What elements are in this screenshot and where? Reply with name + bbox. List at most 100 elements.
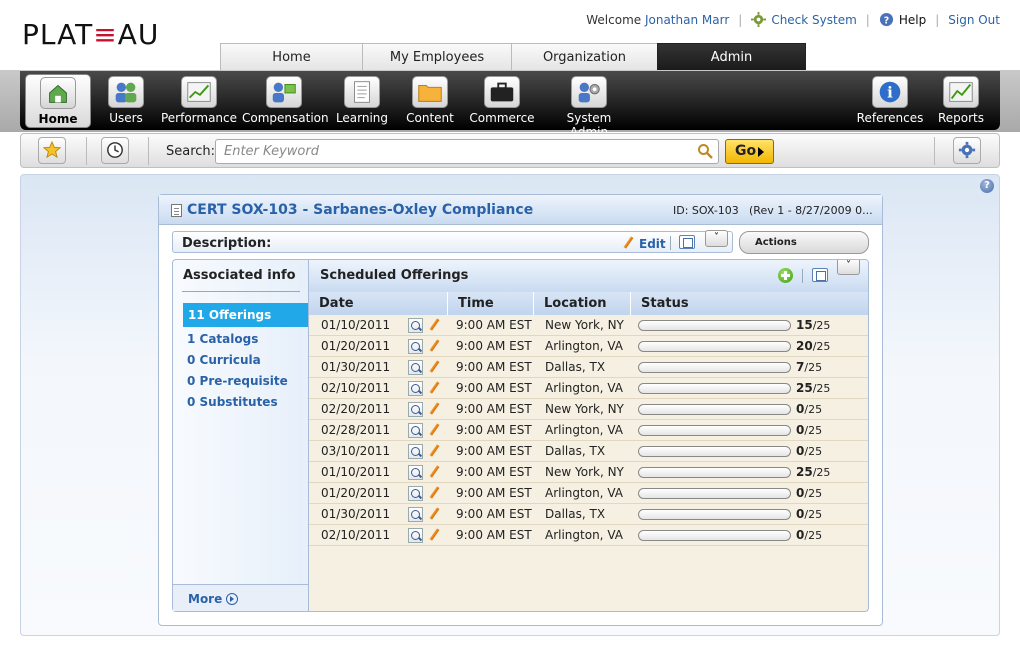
table-row[interactable]: 02/10/2011 9:00 AM EST Arlington, VA 0/25 — [309, 525, 868, 546]
table-row[interactable]: 02/10/2011 9:00 AM EST Arlington, VA 25/25 — [309, 378, 868, 399]
toolbar-commerce[interactable]: Commerce — [466, 71, 538, 130]
learning-icon — [344, 76, 380, 108]
offering-time: 9:00 AM EST — [456, 444, 532, 458]
expand-icon[interactable] — [679, 235, 695, 249]
tab-organization[interactable]: Organization — [511, 43, 658, 71]
add-offering-icon[interactable] — [778, 268, 793, 283]
view-details-icon[interactable] — [408, 486, 423, 501]
column-header-location[interactable]: Location — [534, 292, 631, 315]
actions-button[interactable]: Actions — [739, 231, 869, 254]
assoc-item-offerings[interactable]: 11 Offerings — [183, 303, 321, 327]
toolbar-reports[interactable]: Reports — [930, 71, 992, 130]
view-details-icon[interactable] — [408, 339, 423, 354]
view-details-icon[interactable] — [408, 402, 423, 417]
table-row[interactable]: 02/20/2011 9:00 AM EST New York, NY 0/25 — [309, 399, 868, 420]
table-row[interactable]: 01/30/2011 9:00 AM EST Dallas, TX 7/25 — [309, 357, 868, 378]
view-details-icon[interactable] — [408, 318, 423, 333]
table-row[interactable]: 01/20/2011 9:00 AM EST Arlington, VA 20/25 — [309, 336, 868, 357]
pencil-icon — [622, 236, 634, 250]
table-row[interactable]: 01/10/2011 9:00 AM EST New York, NY 25/25 — [309, 462, 868, 483]
table-row[interactable]: 03/10/2011 9:00 AM EST Dallas, TX 0/25 — [309, 441, 868, 462]
search-icon[interactable] — [697, 143, 713, 159]
toolbar-compensation[interactable]: Compensation — [242, 71, 329, 130]
view-details-icon[interactable] — [408, 360, 423, 375]
view-details-icon[interactable] — [408, 423, 423, 438]
page-help-icon[interactable]: ? — [980, 179, 994, 193]
column-header-date[interactable]: Date — [309, 292, 448, 315]
view-details-icon[interactable] — [408, 528, 423, 543]
enrollment-progress-bar — [638, 425, 791, 436]
view-details-icon[interactable] — [408, 465, 423, 480]
sign-out-link[interactable]: Sign Out — [948, 13, 1000, 27]
toolbar-commerce-label: Commerce — [469, 111, 535, 125]
enrollment-count: 0/25 — [796, 402, 823, 416]
tab-admin[interactable]: Admin — [657, 43, 806, 71]
enrolled-count: 20 — [796, 339, 813, 353]
offering-date: 01/30/2011 — [321, 507, 391, 521]
enrolled-count: 0 — [796, 486, 805, 500]
column-header-status[interactable]: Status — [631, 292, 868, 315]
toolbar-system-admin[interactable]: System Admin — [546, 71, 632, 139]
edit-pencil-icon[interactable] — [428, 423, 440, 437]
view-details-icon[interactable] — [408, 444, 423, 459]
divider — [86, 137, 87, 165]
enrolled-count: 0 — [796, 507, 805, 521]
help-link[interactable]: Help — [899, 13, 926, 27]
settings-button[interactable] — [953, 137, 981, 164]
user-name-link[interactable]: Jonathan Marr — [645, 13, 729, 27]
capacity-count: 25 — [816, 340, 831, 353]
toolbar-home[interactable]: Home — [25, 74, 91, 128]
assoc-item-prerequisite[interactable]: 0 Pre-requisite — [187, 374, 288, 388]
capacity-count: 25 — [808, 361, 823, 374]
more-link[interactable]: More — [188, 592, 239, 606]
enrolled-count: 0 — [796, 528, 805, 542]
toolbar-learning[interactable]: Learning — [332, 71, 392, 130]
enrolled-count: 0 — [796, 423, 805, 437]
folder-icon — [412, 76, 448, 108]
edit-pencil-icon[interactable] — [428, 465, 440, 479]
offering-location: Arlington, VA — [545, 381, 623, 395]
edit-pencil-icon[interactable] — [428, 339, 440, 353]
favorites-button[interactable] — [38, 137, 66, 164]
edit-pencil-icon[interactable] — [428, 360, 440, 374]
offering-time: 9:00 AM EST — [456, 402, 532, 416]
history-button[interactable] — [101, 137, 129, 164]
offering-date: 01/10/2011 — [321, 465, 391, 479]
column-header-time[interactable]: Time — [448, 292, 534, 315]
go-button[interactable]: Go — [725, 139, 774, 164]
plateau-logo[interactable]: PLAT≡AU — [22, 18, 159, 51]
edit-pencil-icon[interactable] — [428, 444, 440, 458]
edit-pencil-icon[interactable] — [428, 318, 440, 332]
edit-pencil-icon[interactable] — [428, 528, 440, 542]
check-system-link[interactable]: Check System — [771, 13, 856, 27]
main-tabs: Home My Employees Organization Admin — [220, 43, 806, 71]
view-details-icon[interactable] — [408, 507, 423, 522]
toolbar-users[interactable]: Users — [96, 71, 156, 130]
collapse-chevron-icon[interactable]: ˅ — [837, 260, 860, 275]
expand-icon[interactable] — [812, 268, 828, 282]
offering-time: 9:00 AM EST — [456, 486, 532, 500]
assoc-item-catalogs[interactable]: 1 Catalogs — [187, 332, 258, 346]
compensation-icon — [266, 76, 302, 108]
edit-pencil-icon[interactable] — [428, 381, 440, 395]
toolbar-content[interactable]: Content — [400, 71, 460, 130]
offering-date: 01/10/2011 — [321, 318, 391, 332]
toolbar-references[interactable]: i References — [856, 71, 924, 130]
assoc-item-curricula[interactable]: 0 Curricula — [187, 353, 261, 367]
assoc-item-substitutes[interactable]: 0 Substitutes — [187, 395, 278, 409]
edit-pencil-icon[interactable] — [428, 507, 440, 521]
search-input[interactable] — [215, 139, 719, 164]
table-row[interactable]: 01/10/2011 9:00 AM EST New York, NY 15/25 — [309, 315, 868, 336]
edit-pencil-icon[interactable] — [428, 402, 440, 416]
table-row[interactable]: 02/28/2011 9:00 AM EST Arlington, VA 0/25 — [309, 420, 868, 441]
tab-my-employees[interactable]: My Employees — [362, 43, 512, 71]
table-row[interactable]: 01/20/2011 9:00 AM EST Arlington, VA 0/25 — [309, 483, 868, 504]
revision-info: (Rev 1 - 8/27/2009 0... — [749, 204, 873, 217]
collapse-chevron-icon[interactable]: ˅ — [705, 230, 728, 247]
table-row[interactable]: 01/30/2011 9:00 AM EST Dallas, TX 0/25 — [309, 504, 868, 525]
toolbar-performance[interactable]: Performance — [160, 71, 238, 130]
edit-description-link[interactable]: Edit — [639, 237, 666, 251]
edit-pencil-icon[interactable] — [428, 486, 440, 500]
view-details-icon[interactable] — [408, 381, 423, 396]
tab-home[interactable]: Home — [220, 43, 363, 71]
